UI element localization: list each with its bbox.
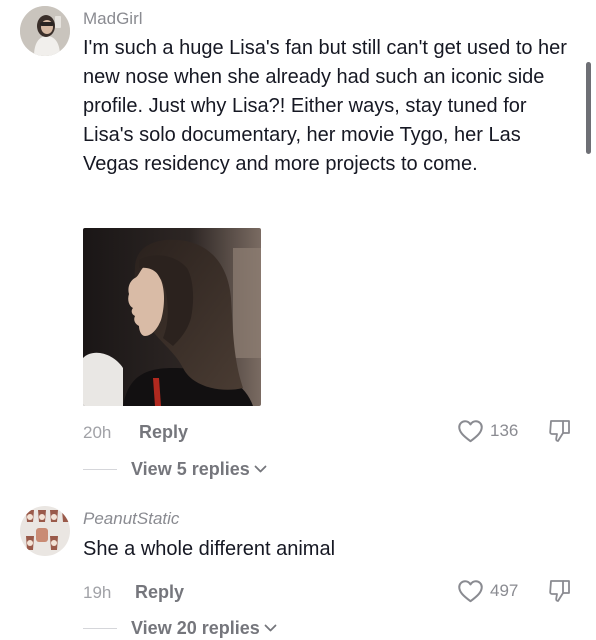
view-replies-button[interactable]: View 5 replies [131,459,267,479]
comment-text: She a whole different animal [83,538,336,560]
replies-divider [83,628,117,629]
avatar[interactable] [20,6,70,56]
view-replies-button[interactable]: View 20 replies [131,618,277,638]
reply-button[interactable]: Reply [135,582,184,602]
heart-outline-icon [458,580,483,603]
like-button[interactable]: 497 [457,578,518,603]
dislike-button[interactable] [548,418,572,449]
comment-photo[interactable] [83,228,261,406]
heart-outline-icon [458,420,483,443]
comment-username[interactable]: MadGirl [83,9,143,29]
comment-text: I'm such a huge Lisa's fan but still can… [83,37,567,175]
thumbs-down-icon [549,580,570,602]
comment-timestamp: 19h [83,583,112,602]
profile-photo-image [83,228,261,406]
avatar[interactable] [20,506,70,556]
replies-divider [83,469,117,470]
comment-timestamp: 20h [83,423,112,442]
like-count: 136 [490,420,519,440]
view-replies-label: View 20 replies [131,618,260,638]
like-count: 497 [490,580,519,600]
chevron-down-icon [254,465,267,472]
like-button[interactable]: 136 [457,418,518,443]
avatar-image [20,506,70,556]
thumbs-down-icon [549,420,570,442]
reply-button[interactable]: Reply [139,422,188,442]
comment-username[interactable]: PeanutStatic [83,509,179,529]
avatar-image [20,6,70,56]
view-replies-label: View 5 replies [131,459,250,479]
scrollbar[interactable] [586,62,591,154]
chevron-down-icon [264,624,277,631]
dislike-button[interactable] [548,578,572,609]
